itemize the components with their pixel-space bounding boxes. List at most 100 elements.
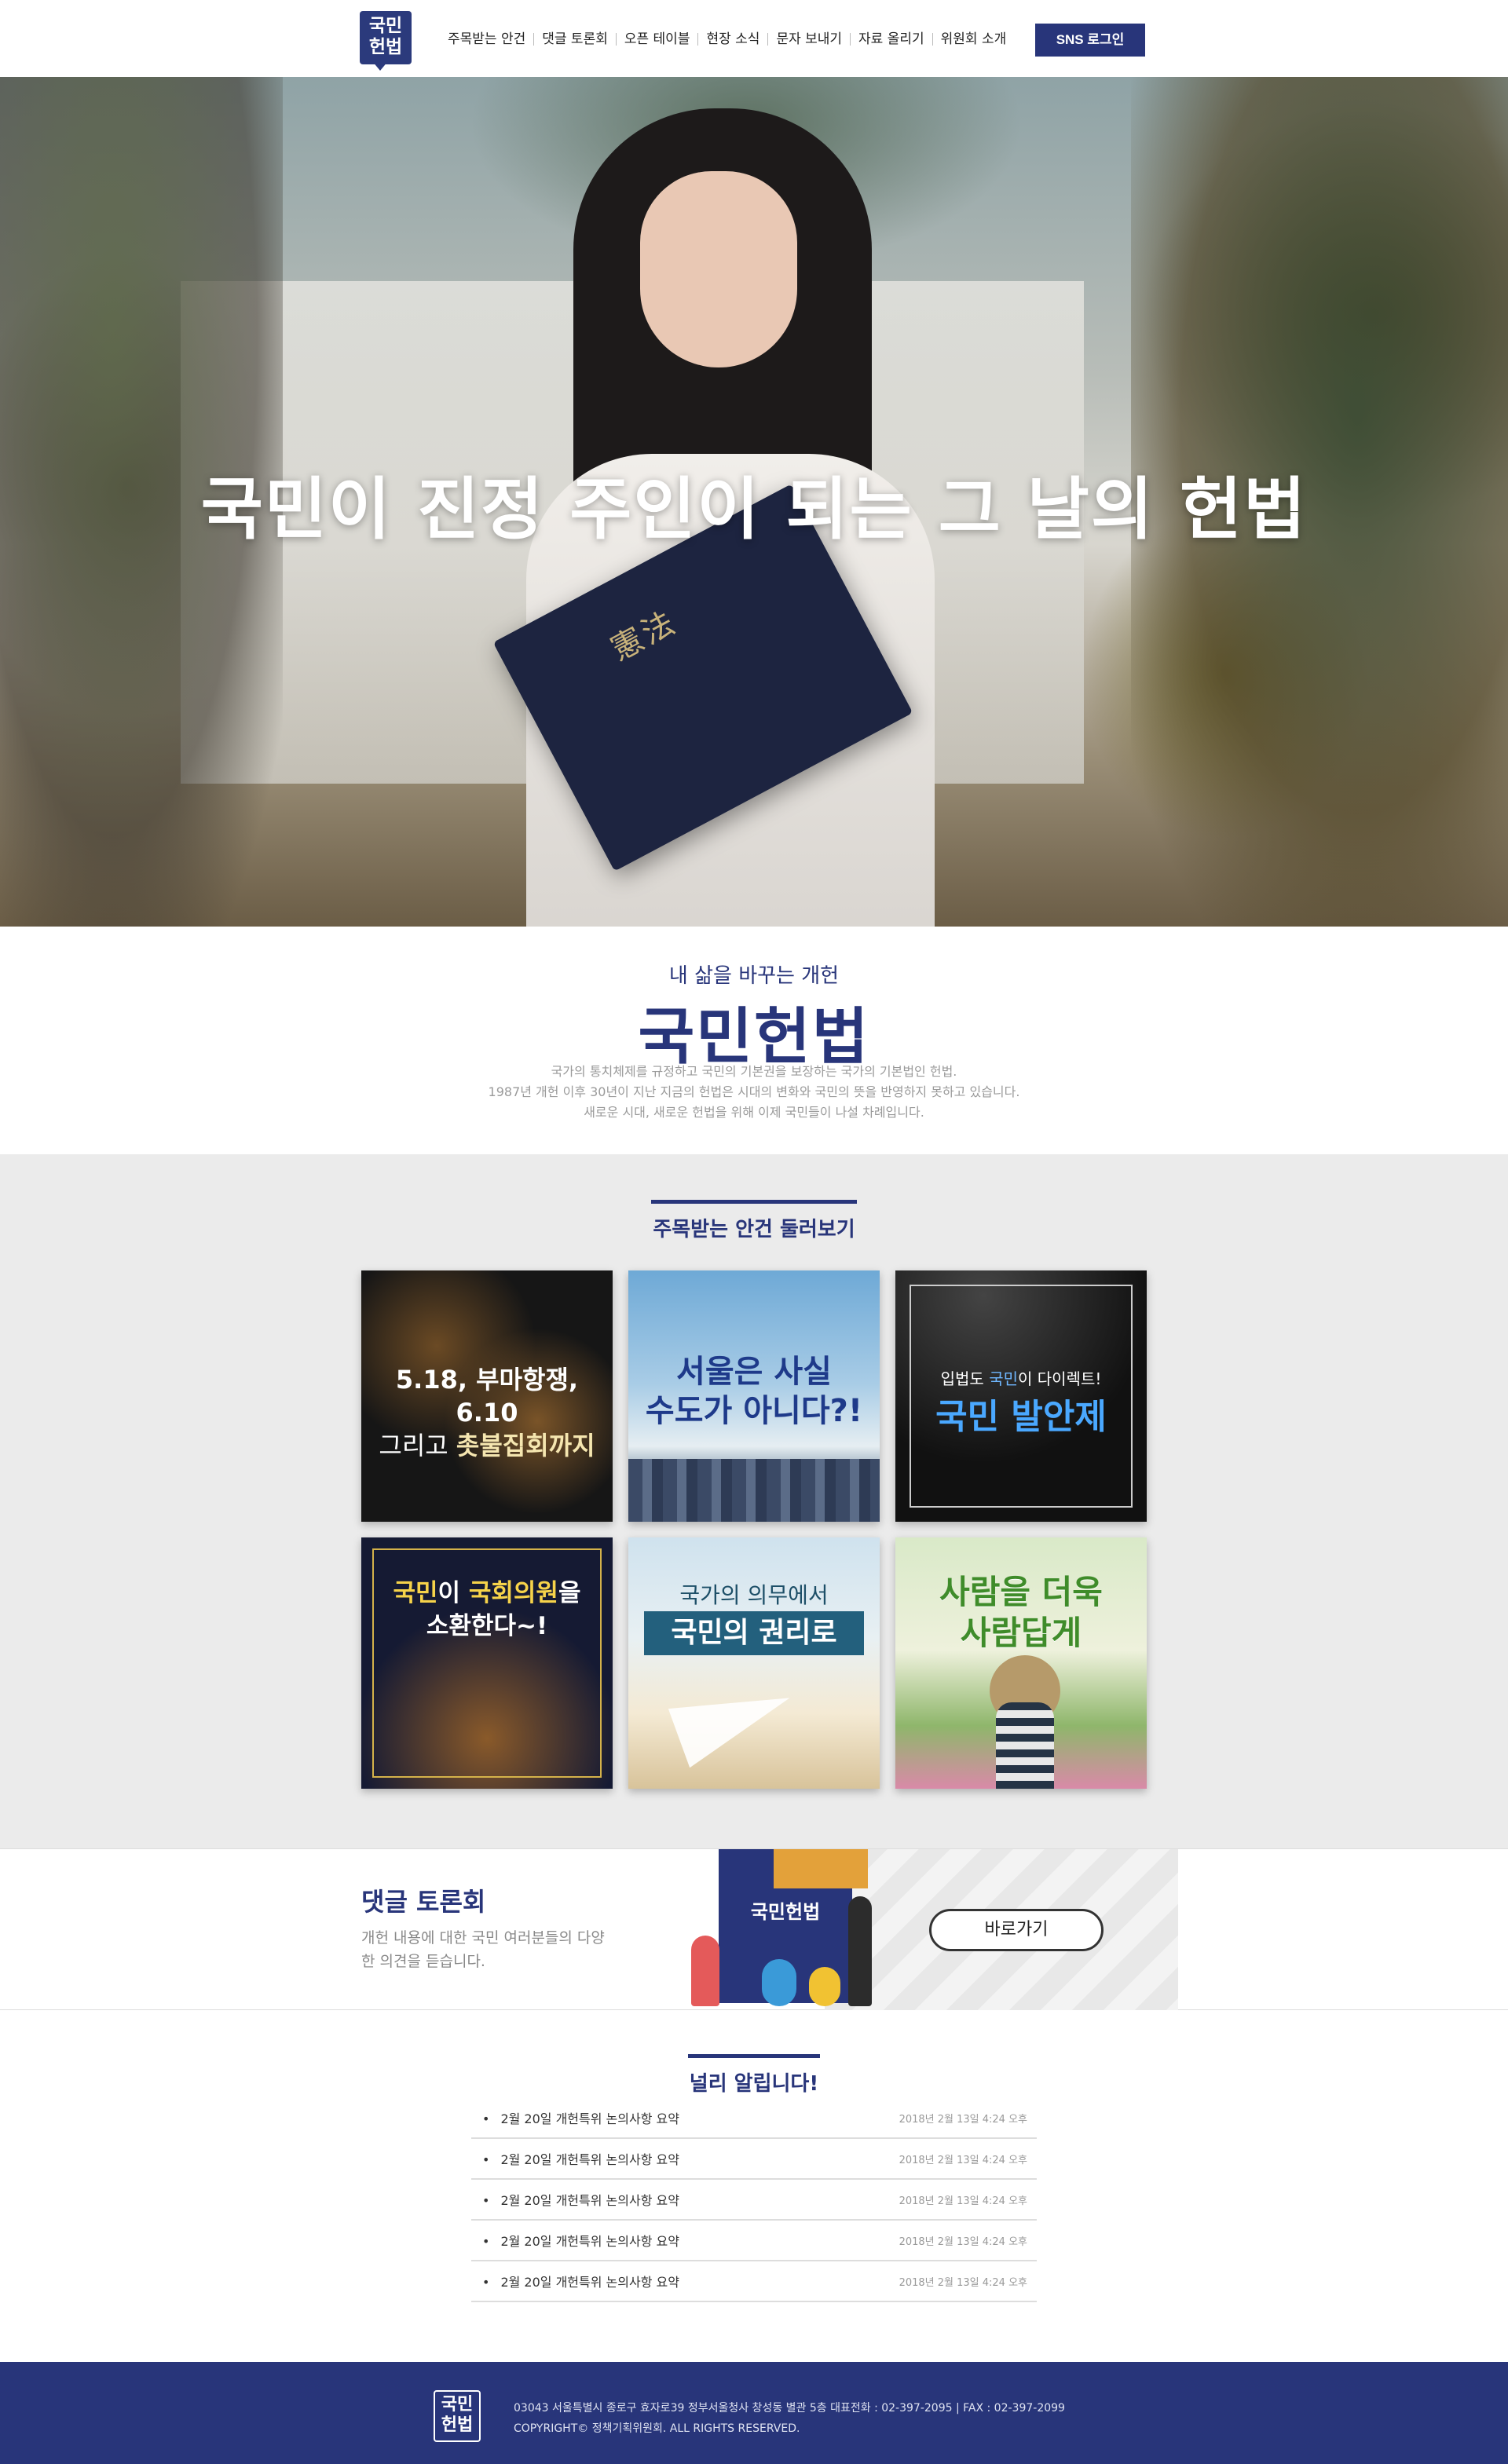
card-small-c: 이 다이렉트! — [1018, 1369, 1102, 1388]
card-line-1-b: 이 — [437, 1579, 469, 1607]
nav-item-agenda[interactable]: 주목받는 안건 — [440, 25, 533, 53]
nav-item-send-sms[interactable]: 문자 보내기 — [768, 25, 850, 53]
notice-date: 2018년 2월 13일 4:24 오후 — [899, 2276, 1027, 2289]
card-line-2: 그리고 촛불집회까지 — [361, 1429, 613, 1462]
notice-list: 2월 20일 개헌특위 논의사항 요약2018년 2월 13일 4:24 오후 … — [471, 2098, 1037, 2302]
notice-item[interactable]: 2월 20일 개헌특위 논의사항 요약 2018년 2월 13일 4:24 오후 — [471, 2221, 1037, 2261]
notice-heading: 널리 알립니다! — [0, 2054, 1508, 2097]
card-small-highlight: 국민 — [989, 1369, 1018, 1388]
card-line-2: 수도가 아니다?! — [645, 1393, 863, 1429]
agenda-section: 주목받는 안건 둘러보기 5.18, 부마항쟁, 6.10 그리고 촛불집회까지… — [0, 1154, 1508, 1848]
agenda-card-human-dignity[interactable]: 사람을 더욱 사람답게 — [895, 1537, 1147, 1789]
agenda-card-citizen-initiative[interactable]: 입법도 국민이 다이렉트! 국민 발안제 — [895, 1270, 1147, 1522]
person-face — [640, 171, 797, 367]
logo-mark: 국민 헌법 — [360, 11, 412, 64]
card-line-1: 5.18, 부마항쟁, 6.10 — [395, 1365, 579, 1428]
hero-title: 국민이 진정 주인이 되는 그 날의 헌법 — [200, 470, 1308, 549]
intro-section: 내 삶을 바꾸는 개헌 국민헌법 국가의 통치체제를 규정하고 국민의 기본권을… — [0, 927, 1508, 1154]
heading-accent-bar — [688, 2054, 820, 2058]
site-header: 국민 헌법 주목받는 안건 댓글 토론회 오픈 테이블 현장 소식 문자 보내기… — [0, 0, 1508, 77]
debate-title: 댓글 토론회 — [361, 1887, 486, 1917]
book-ribbon — [774, 1849, 868, 1888]
card-text: 5.18, 부마항쟁, 6.10 그리고 촛불집회까지 — [361, 1363, 613, 1462]
card-line-1: 서울은 사실 — [676, 1354, 832, 1390]
card-line-2-highlight: 촛불집회까지 — [456, 1431, 595, 1460]
card-small-text: 입법도 국민이 다이렉트! — [895, 1366, 1147, 1389]
card-line-2-prefix: 그리고 — [379, 1431, 456, 1460]
agenda-heading: 주목받는 안건 둘러보기 — [0, 1200, 1508, 1242]
book-cover-title: 憲法 — [605, 603, 683, 668]
heading-accent-bar — [651, 1200, 857, 1204]
footer-logo-line-2: 헌법 — [441, 2415, 474, 2435]
notice-date: 2018년 2월 13일 4:24 오후 — [899, 2113, 1027, 2126]
intro-desc-line: 새로운 시대, 새로운 헌법을 위해 이제 국민들이 나설 차례입니다. — [584, 1105, 924, 1120]
footer-copyright: COPYRIGHT© 정책기획위원회. ALL RIGHTS RESERVED. — [514, 2422, 800, 2435]
card-line-2: 사람답게 — [960, 1614, 1082, 1652]
card-line-1: 국가의 의무에서 — [679, 1582, 829, 1608]
card-text: 사람을 더욱 사람답게 — [895, 1572, 1147, 1654]
agenda-card-duty-to-rights[interactable]: 국가의 의무에서 국민의 권리로 — [628, 1537, 880, 1789]
logo-line-1: 국민 — [368, 16, 403, 36]
card-line-1-d: 을 — [558, 1579, 581, 1607]
card-line-1: 사람을 더욱 — [939, 1573, 1103, 1611]
card-line-2: 국민의 권리로 — [644, 1611, 864, 1655]
logo-line-2: 헌법 — [368, 37, 403, 57]
main-nav: 주목받는 안건 댓글 토론회 오픈 테이블 현장 소식 문자 보내기 자료 올리… — [440, 25, 1014, 53]
site-footer: 국민 헌법 03043 서울특별시 종로구 효자로39 정부서울청사 창성동 별… — [0, 2362, 1508, 2464]
person-figure — [809, 1967, 840, 2006]
go-to-debate-button[interactable]: 바로가기 — [929, 1909, 1104, 1951]
card-text: 서울은 사실 수도가 아니다?! — [628, 1352, 880, 1431]
card-text: 국민이 국회의원을 소환한다~! — [361, 1577, 613, 1643]
card-line-1-a: 국민 — [393, 1579, 438, 1607]
nav-item-committee[interactable]: 위원회 소개 — [933, 25, 1015, 53]
sns-login-button[interactable]: SNS 로그인 — [1035, 24, 1145, 57]
agenda-card-recall[interactable]: 국민이 국회의원을 소환한다~! — [361, 1537, 613, 1789]
intro-subtitle: 내 삶을 바꾸는 개헌 — [668, 964, 840, 988]
nav-item-open-table[interactable]: 오픈 테이블 — [617, 25, 698, 53]
person-torso — [996, 1702, 1054, 1789]
city-skyline — [628, 1459, 880, 1522]
agenda-heading-label: 주목받는 안건 둘러보기 — [653, 1218, 855, 1241]
logo-speech-tail — [372, 61, 388, 71]
card-line-1: 국민이 국회의원을 — [361, 1577, 613, 1610]
card-small-a: 입법도 — [940, 1369, 990, 1388]
agenda-card-capital-city[interactable]: 서울은 사실 수도가 아니다?! — [628, 1270, 880, 1522]
card-line-1-c: 국회의원 — [468, 1579, 558, 1607]
person-figure — [691, 1936, 719, 2006]
notice-item[interactable]: 2월 20일 개헌특위 논의사항 요약 2018년 2월 13일 4:24 오후 — [471, 2139, 1037, 2180]
agenda-card-democracy-movements[interactable]: 5.18, 부마항쟁, 6.10 그리고 촛불집회까지 — [361, 1270, 613, 1522]
footer-info: 03043 서울특별시 종로구 효자로39 정부서울청사 창성동 별관 5층 대… — [514, 2398, 1065, 2439]
hero-banner: 憲法 국민이 진정 주인이 되는 그 날의 헌법 — [0, 77, 1508, 927]
intro-desc-line: 국가의 통치체제를 규정하고 국민의 기본권을 보장하는 국가의 기본법인 헌법… — [551, 1064, 957, 1079]
site-logo[interactable]: 국민 헌법 — [360, 11, 415, 72]
debate-book-label: 국민헌법 — [750, 1901, 821, 1923]
debate-illustration: 국민헌법 — [683, 1849, 872, 2011]
notice-title: 2월 20일 개헌특위 논의사항 요약 — [482, 2231, 679, 2250]
person-figure — [762, 1959, 796, 2006]
footer-address: 03043 서울특별시 종로구 효자로39 정부서울청사 창성동 별관 5층 대… — [514, 2402, 1065, 2415]
notice-title: 2월 20일 개헌특위 논의사항 요약 — [482, 2190, 679, 2209]
notice-item[interactable]: 2월 20일 개헌특위 논의사항 요약 2018년 2월 13일 4:24 오후 — [471, 2180, 1037, 2221]
notice-item[interactable]: 2월 20일 개헌특위 논의사항 요약 2018년 2월 13일 4:24 오후 — [471, 2098, 1037, 2139]
intro-desc-line: 1987년 개헌 이후 30년이 지난 지금의 헌법은 시대의 변화와 국민의 … — [488, 1084, 1020, 1099]
nav-item-field-news[interactable]: 현장 소식 — [698, 25, 767, 53]
notice-item[interactable]: 2월 20일 개헌특위 논의사항 요약 2018년 2월 13일 4:24 오후 — [471, 2261, 1037, 2302]
person-figure — [848, 1896, 872, 2006]
paper-plane-icon — [668, 1668, 801, 1768]
intro-description: 국가의 통치체제를 규정하고 국민의 기본권을 보장하는 국가의 기본법인 헌법… — [0, 1062, 1508, 1123]
nav-item-upload-data[interactable]: 자료 올리기 — [851, 25, 932, 53]
notice-date: 2018년 2월 13일 4:24 오후 — [899, 2154, 1027, 2166]
notice-section: 널리 알립니다! 2월 20일 개헌특위 논의사항 요약 2018년 2월 13일… — [0, 2010, 1508, 2363]
notice-title: 2월 20일 개헌특위 논의사항 요약 — [482, 2272, 679, 2290]
notice-heading-label: 널리 알립니다! — [689, 2072, 819, 2096]
notice-title: 2월 20일 개헌특위 논의사항 요약 — [482, 2149, 679, 2168]
footer-logo-line-1: 국민 — [441, 2395, 474, 2415]
footer-logo: 국민 헌법 — [434, 2390, 481, 2442]
notice-title: 2월 20일 개헌특위 논의사항 요약 — [482, 2108, 679, 2127]
nav-item-comment-debate[interactable]: 댓글 토론회 — [534, 25, 616, 53]
debate-description: 개헌 내용에 대한 국민 여러분들의 다양한 의견을 듣습니다. — [361, 1929, 605, 1970]
notice-date: 2018년 2월 13일 4:24 오후 — [899, 2236, 1027, 2248]
card-big-text: 국민 발안제 — [935, 1397, 1107, 1437]
notice-date: 2018년 2월 13일 4:24 오후 — [899, 2195, 1027, 2207]
comment-debate-banner: 댓글 토론회 개헌 내용에 대한 국민 여러분들의 다양한 의견을 듣습니다. … — [0, 1848, 1508, 2011]
